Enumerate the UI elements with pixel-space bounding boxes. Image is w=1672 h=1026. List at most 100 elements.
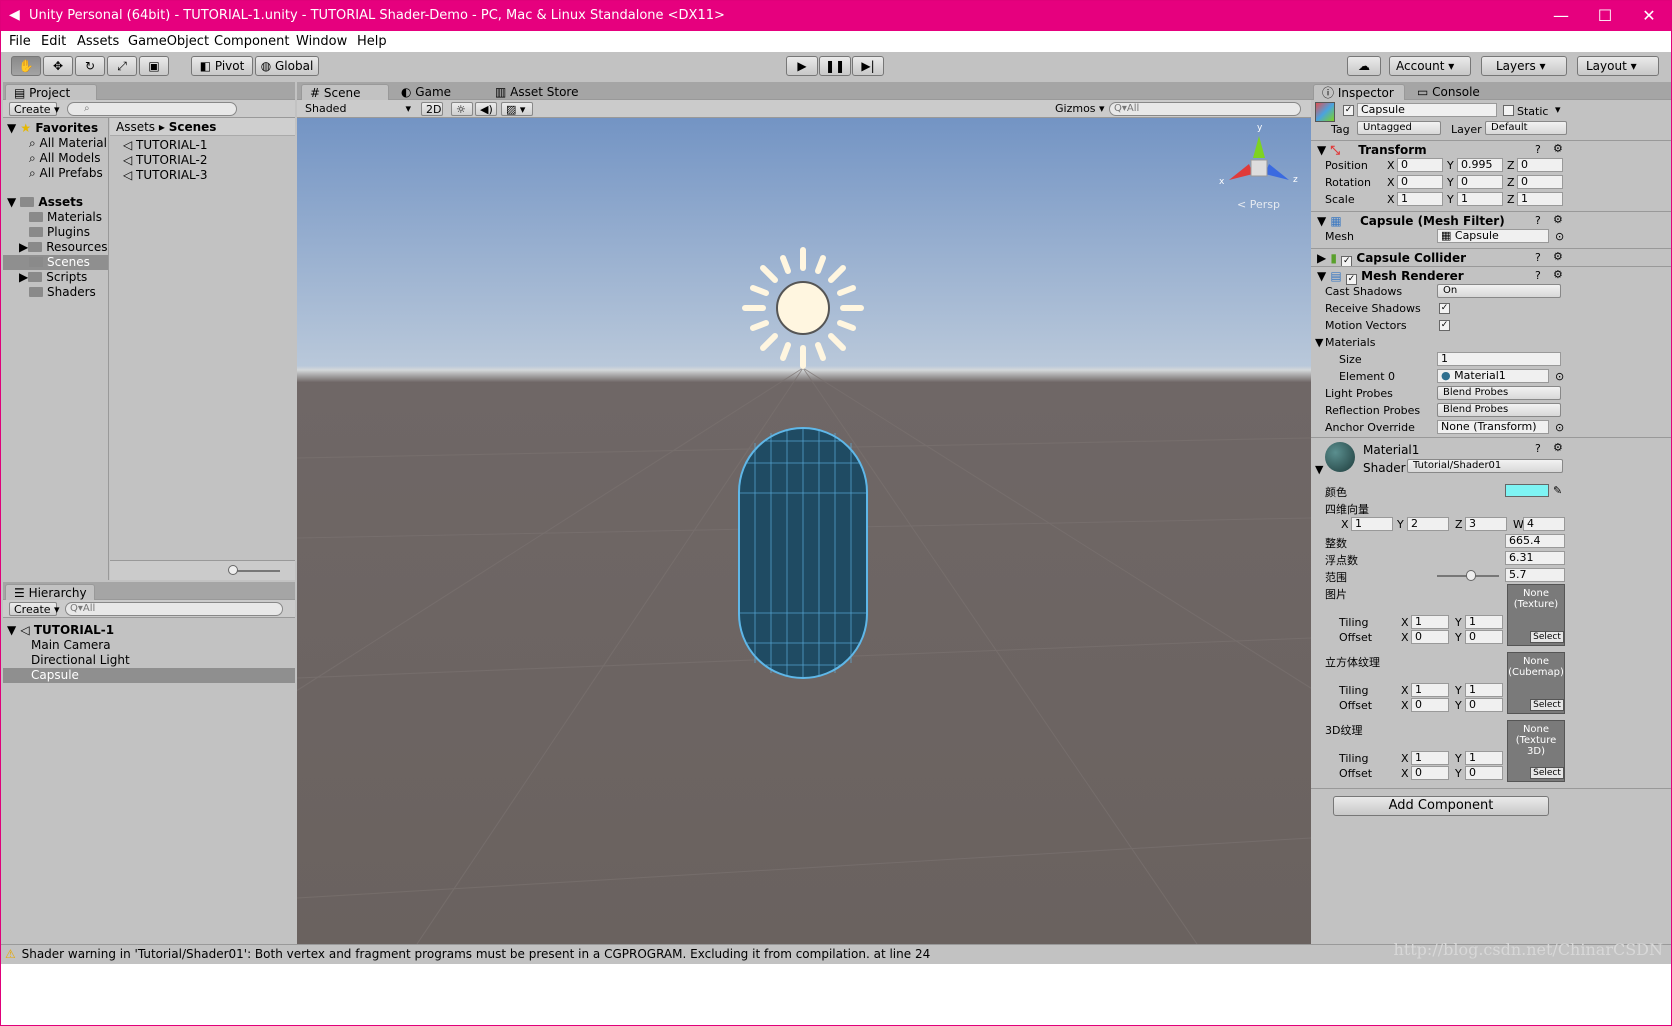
breadcrumb-assets[interactable]: Assets [116,120,155,134]
menu-edit[interactable]: Edit [41,34,66,49]
range-field[interactable]: 5.7 [1505,568,1565,582]
lighting-toggle[interactable]: ☼ [451,102,473,116]
scale-tool-button[interactable]: ⤢ [107,56,137,76]
tiling-y-field[interactable]: 1 [1465,615,1503,629]
tiling-x-field[interactable]: 1 [1411,683,1449,697]
hierarchy-item-directional-light[interactable]: Directional Light [31,653,130,668]
play-button[interactable]: ▶ [786,56,818,76]
menu-help[interactable]: Help [357,34,387,49]
tab-console[interactable]: ▭ Console [1409,84,1488,100]
menu-component[interactable]: Component [214,34,289,49]
tab-inspector[interactable]: ⓘ Inspector [1313,84,1405,100]
pause-button[interactable]: ❚❚ [819,56,851,76]
icon-size-slider-handle[interactable] [228,565,238,575]
tab-scene[interactable]: # Scene [301,84,389,100]
position-y-field[interactable]: 0.995 [1457,158,1503,172]
settings-gear-icon[interactable]: ⚙ [1553,441,1563,454]
settings-gear-icon[interactable]: ⚙ [1553,213,1563,226]
layout-dropdown[interactable]: Layout ▾ [1577,56,1659,76]
mesh-renderer-header[interactable]: ▼ ▤ ✓ Mesh Renderer [1311,266,1671,285]
tiling-y-field[interactable]: 1 [1465,683,1503,697]
materials-row[interactable]: ▼ Materials [1311,334,1671,351]
object-picker-icon[interactable]: ⊙ [1555,230,1564,243]
tab-project[interactable]: ▤ Project [5,84,97,100]
favorite-item[interactable]: ⌕ All Models [29,151,101,166]
offset-x-field[interactable]: 0 [1411,698,1449,712]
menu-window[interactable]: Window [296,34,347,49]
menu-assets[interactable]: Assets [77,34,119,49]
hierarchy-item-capsule[interactable]: Capsule [3,668,295,683]
folder-item-resources[interactable]: ▶ Resources [19,240,108,255]
audio-toggle[interactable]: ◀) [475,102,497,116]
tab-hierarchy[interactable]: ☰ Hierarchy [5,584,95,600]
mesh-filter-header[interactable]: ▼ ▦ Capsule (Mesh Filter) [1311,211,1671,229]
project-search-input[interactable]: ⌕ [67,102,237,116]
rect-tool-button[interactable]: ▣ [139,56,169,76]
color-swatch[interactable] [1505,484,1549,497]
position-z-field[interactable]: 0 [1517,158,1563,172]
capsule-collider-header[interactable]: ▶ ▮ ✓ Capsule Collider [1311,248,1671,267]
tab-game[interactable]: ◐ Game [393,84,459,100]
cloud-button[interactable]: ☁ [1347,56,1381,76]
hierarchy-scene-root[interactable]: ▼ ◁ TUTORIAL-1 [7,623,114,638]
size-field[interactable]: 1 [1437,352,1561,366]
close-button[interactable]: ✕ [1627,3,1671,29]
scale-y-field[interactable]: 1 [1457,192,1503,206]
scale-z-field[interactable]: 1 [1517,192,1563,206]
settings-gear-icon[interactable]: ⚙ [1553,250,1563,263]
help-icon[interactable]: ? [1535,251,1541,264]
folder-item-scenes[interactable]: Scenes [3,255,108,270]
hand-tool-button[interactable]: ✋ [11,56,41,76]
offset-y-field[interactable]: 0 [1465,766,1503,780]
light-probes-dropdown[interactable]: Blend Probes [1437,386,1561,400]
vector-y-field[interactable]: 2 [1407,517,1449,531]
vector-z-field[interactable]: 3 [1465,517,1507,531]
status-message[interactable]: Shader warning in 'Tutorial/Shader01': B… [22,947,931,961]
layer-dropdown[interactable]: Default [1485,121,1567,135]
cast-shadows-dropdown[interactable]: On [1437,284,1561,298]
favorites-header[interactable]: ▼ ★ Favorites [7,121,98,136]
position-x-field[interactable]: 0 [1397,158,1443,172]
scene-file-item[interactable]: ◁ TUTORIAL-1 [123,138,207,153]
mesh-field[interactable]: ▦ Capsule [1437,229,1549,243]
settings-gear-icon[interactable]: ⚙ [1553,142,1563,155]
favorite-item[interactable]: ⌕ All Prefabs [29,166,103,181]
gizmos-dropdown[interactable]: Gizmos ▾ [1051,102,1105,116]
anchor-override-field[interactable]: None (Transform) [1437,420,1549,434]
hierarchy-search-input[interactable]: Q▾All [65,602,283,616]
int-field[interactable]: 665.4 [1505,534,1565,548]
rotation-y-field[interactable]: 0 [1457,175,1503,189]
favorite-item[interactable]: ⌕ All Material [29,136,107,151]
offset-y-field[interactable]: 0 [1465,630,1503,644]
layers-dropdown[interactable]: Layers ▾ [1481,56,1567,76]
folder-item-scripts[interactable]: ▶ Scripts [19,270,87,285]
rotate-tool-button[interactable]: ↻ [75,56,105,76]
help-icon[interactable]: ? [1535,269,1541,282]
pivot-button[interactable]: ◧ Pivot [191,56,253,76]
tiling-y-field[interactable]: 1 [1465,751,1503,765]
receive-shadows-checkbox[interactable]: ✓ [1439,303,1450,314]
shader-dropdown[interactable]: Tutorial/Shader01 [1407,459,1563,473]
maximize-button[interactable]: ☐ [1583,3,1627,29]
object-picker-icon[interactable]: ⊙ [1555,370,1564,383]
vector-w-field[interactable]: 4 [1523,517,1565,531]
element0-field[interactable]: ● Material1 [1437,369,1549,383]
tag-dropdown[interactable]: Untagged [1357,121,1441,135]
help-icon[interactable]: ? [1535,143,1541,156]
scene-viewport[interactable]: y x z < Persp [297,118,1311,944]
help-icon[interactable]: ? [1535,442,1541,455]
hierarchy-item-main-camera[interactable]: Main Camera [31,638,111,653]
expand-arrow-icon[interactable]: ▼ [1315,463,1323,476]
scale-x-field[interactable]: 1 [1397,192,1443,206]
eyedropper-icon[interactable]: ✎ [1553,484,1562,497]
global-button[interactable]: ◍ Global [255,56,319,76]
reflection-probes-dropdown[interactable]: Blend Probes [1437,403,1561,417]
active-checkbox[interactable]: ✓ [1343,105,1354,116]
menu-file[interactable]: File [9,34,31,49]
float-field[interactable]: 6.31 [1505,551,1565,565]
object-picker-icon[interactable]: ⊙ [1555,421,1564,434]
minimize-button[interactable]: — [1539,3,1583,29]
help-icon[interactable]: ? [1535,214,1541,227]
range-slider-handle[interactable] [1466,570,1477,581]
motion-vectors-checkbox[interactable]: ✓ [1439,320,1450,331]
